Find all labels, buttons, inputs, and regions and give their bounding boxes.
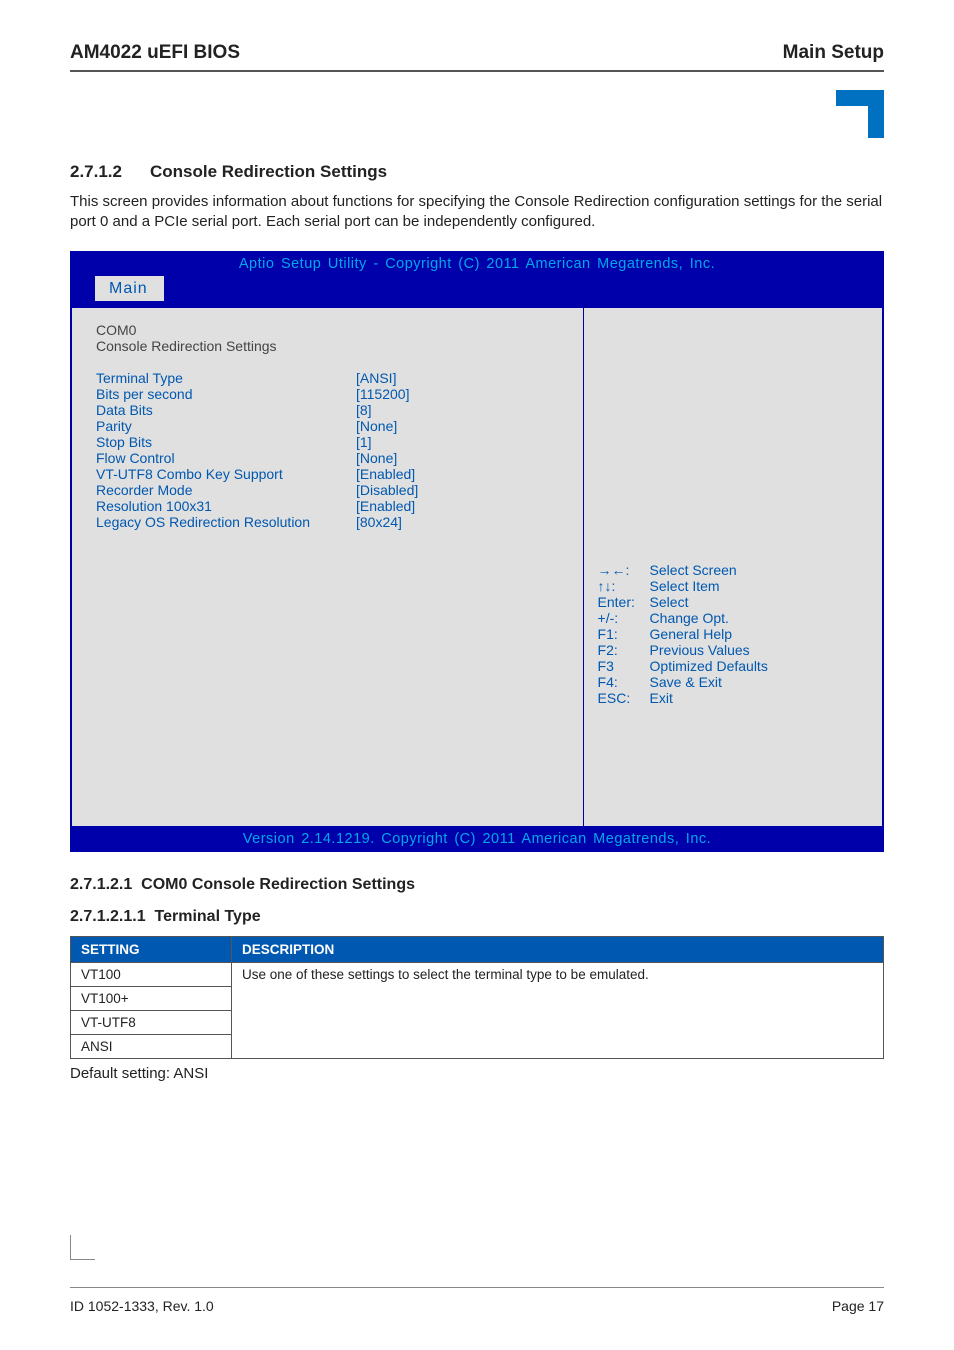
bios-bottombar: Version 2.14.1219. Copyright (C) 2011 Am…: [71, 827, 883, 851]
bios-legend-key: F4:: [598, 674, 650, 690]
bios-option-value: [Disabled]: [356, 482, 418, 498]
section-paragraph: This screen provides information about f…: [70, 192, 884, 233]
bios-legend-desc: Optimized Defaults: [650, 658, 768, 674]
bios-legend-row: F4:Save & Exit: [598, 674, 868, 690]
bios-static-line: COM0: [96, 322, 573, 338]
subsection-1-title: COM0 Console Redirection Settings: [141, 876, 415, 893]
bios-legend-key: F3: [598, 658, 650, 674]
bios-legend-desc: Exit: [650, 690, 673, 706]
bios-option-value: [ANSI]: [356, 370, 396, 386]
subsection-2-number: 2.7.1.2.1.1: [70, 908, 146, 925]
footer-doc-id: ID 1052-1333, Rev. 1.0: [70, 1298, 214, 1314]
bios-legend-desc: Select Item: [650, 578, 720, 594]
bios-option-label: Resolution 100x31: [96, 498, 356, 514]
brand-corner-shape: [836, 90, 884, 138]
bios-option-value: [80x24]: [356, 514, 402, 530]
bios-legend-key: F2:: [598, 642, 650, 658]
bios-static-block: COM0 Console Redirection Settings: [96, 322, 573, 354]
bios-topbar: Aptio Setup Utility - Copyright (C) 2011…: [71, 252, 883, 276]
table-header-description: DESCRIPTION: [232, 936, 884, 962]
bios-legend: →←:Select Screen ↑↓:Select Item Enter:Se…: [598, 562, 868, 706]
settings-table: SETTING DESCRIPTION VT100 Use one of the…: [70, 936, 884, 1059]
bios-legend-row: ↑↓:Select Item: [598, 578, 868, 594]
subsection-heading-1: 2.7.1.2.1 COM0 Console Redirection Setti…: [70, 876, 884, 894]
page-corner-bottom-left: [70, 1235, 95, 1260]
bios-option-value: [8]: [356, 402, 372, 418]
bios-legend-row: F3Optimized Defaults: [598, 658, 868, 674]
bios-option-label: Bits per second: [96, 386, 356, 402]
bios-option-row: Stop Bits[1]: [96, 434, 573, 450]
section-number: 2.7.1.2: [70, 162, 122, 182]
header-left: AM4022 uEFI BIOS: [70, 42, 240, 64]
bios-legend-desc: Save & Exit: [650, 674, 722, 690]
bios-tab-main: Main: [95, 276, 164, 301]
subsection-1-number: 2.7.1.2.1: [70, 876, 132, 893]
bios-option-row: Resolution 100x31[Enabled]: [96, 498, 573, 514]
bios-static-line: Console Redirection Settings: [96, 338, 573, 354]
section-title: Console Redirection Settings: [150, 162, 387, 181]
section-heading: 2.7.1.2 Console Redirection Settings: [70, 162, 884, 182]
bios-legend-desc: Change Opt.: [650, 610, 729, 626]
footer-page-number: Page 17: [832, 1298, 884, 1314]
bios-legend-desc: Select: [650, 594, 689, 610]
bios-option-value: [115200]: [356, 386, 409, 402]
page-footer: ID 1052-1333, Rev. 1.0 Page 17: [70, 1279, 884, 1314]
table-setting-cell: VT100+: [71, 986, 232, 1010]
footer-rule: [70, 1287, 884, 1288]
bios-option-row: Parity[None]: [96, 418, 573, 434]
bios-legend-desc: Previous Values: [650, 642, 750, 658]
bios-option-value: [Enabled]: [356, 498, 415, 514]
bios-option-row: VT-UTF8 Combo Key Support[Enabled]: [96, 466, 573, 482]
bios-option-label: Legacy OS Redirection Resolution: [96, 514, 356, 530]
bios-legend-row: F1:General Help: [598, 626, 868, 642]
bios-option-label: Flow Control: [96, 450, 356, 466]
bios-option-row: Terminal Type[ANSI]: [96, 370, 573, 386]
bios-option-row: Flow Control[None]: [96, 450, 573, 466]
bios-option-value: [None]: [356, 418, 397, 434]
bios-option-row: Legacy OS Redirection Resolution[80x24]: [96, 514, 573, 530]
table-description-cell: Use one of these settings to select the …: [232, 962, 884, 1058]
bios-option-label: Terminal Type: [96, 370, 356, 386]
bios-legend-key: +/-:: [598, 610, 650, 626]
bios-option-value: [1]: [356, 434, 372, 450]
bios-legend-row: +/-:Change Opt.: [598, 610, 868, 626]
subsection-2-title: Terminal Type: [155, 908, 261, 925]
table-header-setting: SETTING: [71, 936, 232, 962]
header-rule: [70, 70, 884, 72]
table-setting-cell: VT-UTF8: [71, 1010, 232, 1034]
bios-option-row: Recorder Mode[Disabled]: [96, 482, 573, 498]
bios-option-label: Recorder Mode: [96, 482, 356, 498]
bios-legend-row: →←:Select Screen: [598, 562, 868, 578]
subsection-heading-2: 2.7.1.2.1.1 Terminal Type: [70, 908, 884, 926]
table-setting-cell: ANSI: [71, 1034, 232, 1058]
bios-legend-desc: Select Screen: [650, 562, 737, 578]
bios-tabs-row: Main: [71, 276, 883, 307]
table-setting-cell: VT100: [71, 962, 232, 986]
bios-option-label: Parity: [96, 418, 356, 434]
bios-legend-row: Enter:Select: [598, 594, 868, 610]
bios-legend-key: ESC:: [598, 690, 650, 706]
bios-option-value: [Enabled]: [356, 466, 415, 482]
header-right: Main Setup: [783, 42, 884, 64]
bios-legend-desc: General Help: [650, 626, 733, 642]
bios-legend-key: F1:: [598, 626, 650, 642]
bios-option-row: Data Bits[8]: [96, 402, 573, 418]
bios-right-pane: →←:Select Screen ↑↓:Select Item Enter:Se…: [583, 307, 883, 827]
bios-screenshot: Aptio Setup Utility - Copyright (C) 2011…: [70, 251, 884, 852]
bios-option-value: [None]: [356, 450, 397, 466]
default-setting-note: Default setting: ANSI: [70, 1065, 884, 1082]
bios-legend-key: →←:: [598, 562, 650, 578]
bios-legend-key: ↑↓:: [598, 578, 650, 594]
bios-option-row: Bits per second[115200]: [96, 386, 573, 402]
bios-left-pane: COM0 Console Redirection Settings Termin…: [71, 307, 583, 827]
bios-legend-row: F2:Previous Values: [598, 642, 868, 658]
bios-legend-key: Enter:: [598, 594, 650, 610]
bios-option-label: Stop Bits: [96, 434, 356, 450]
bios-option-label: Data Bits: [96, 402, 356, 418]
bios-legend-row: ESC:Exit: [598, 690, 868, 706]
bios-option-label: VT-UTF8 Combo Key Support: [96, 466, 356, 482]
